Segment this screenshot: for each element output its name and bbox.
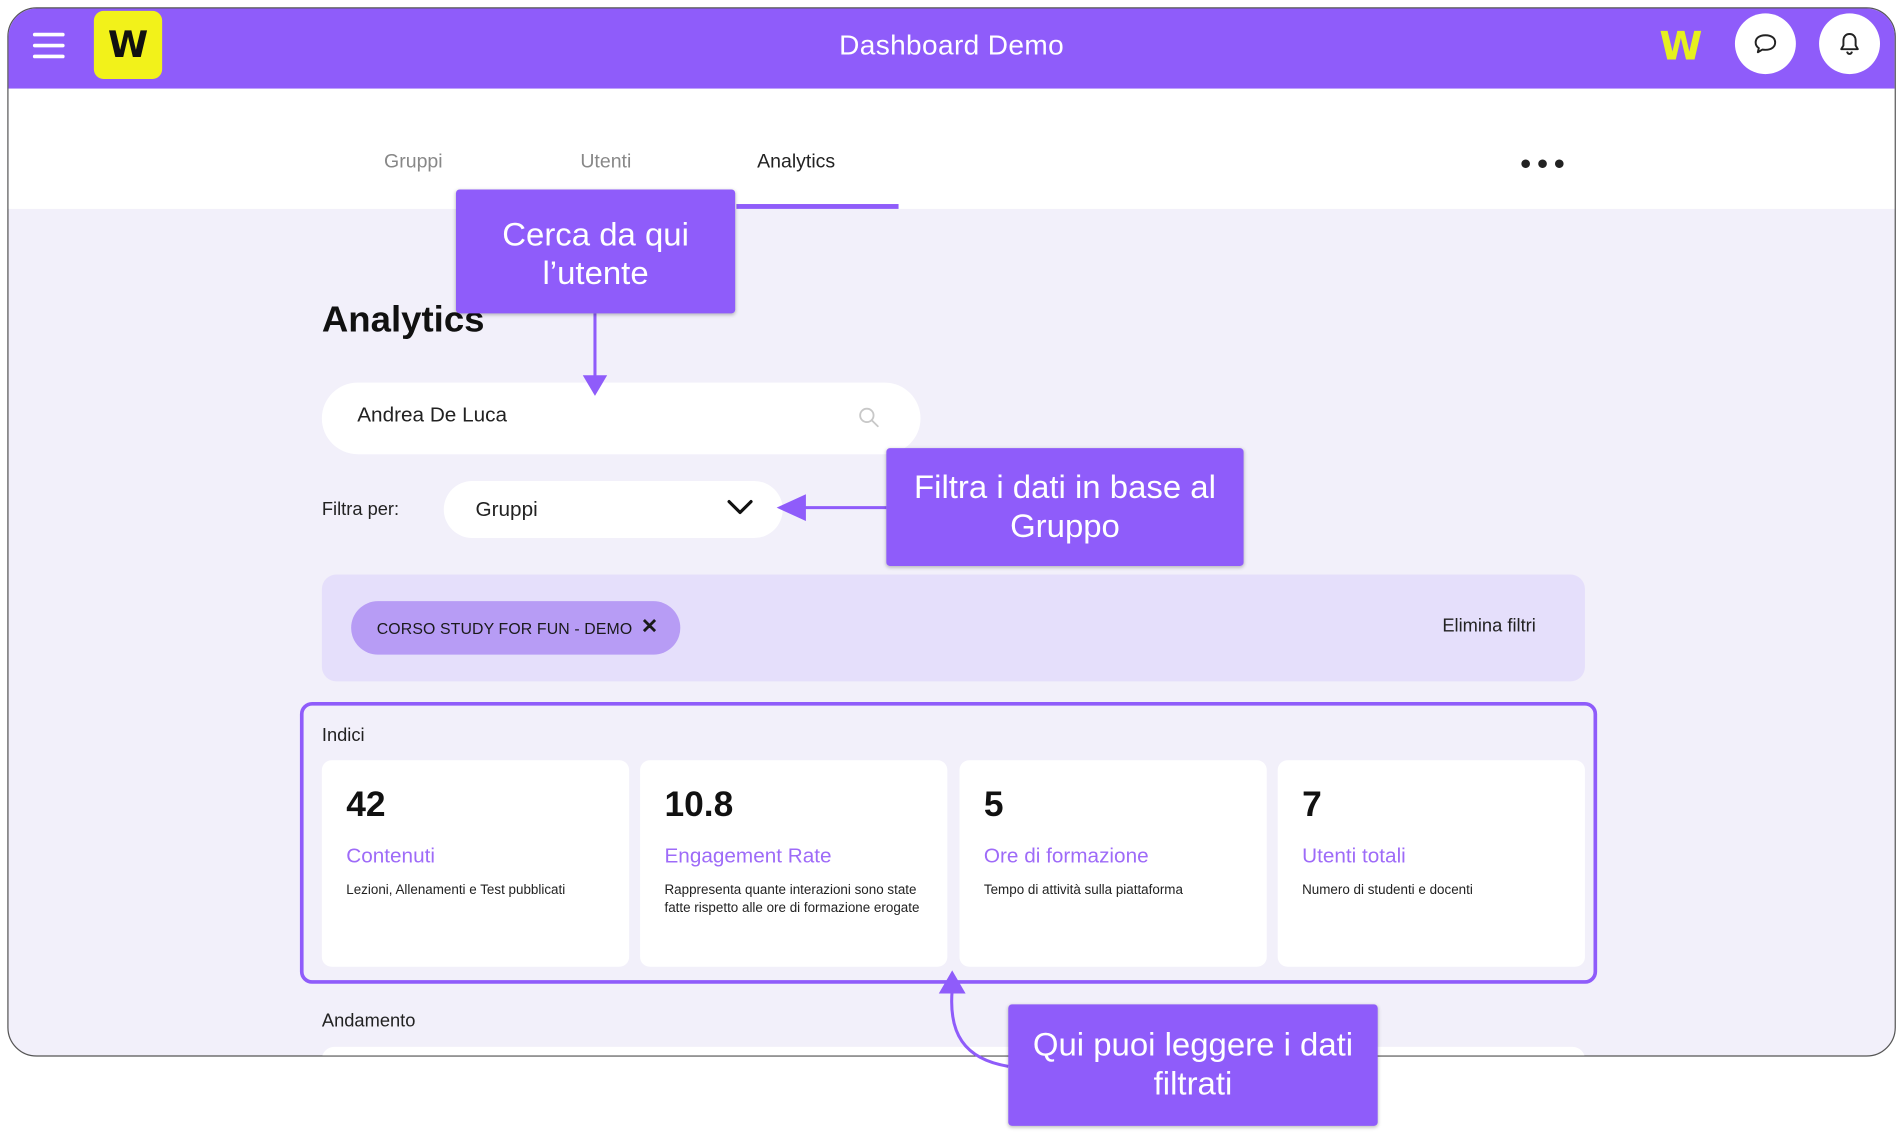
annotation-arrows: [582, 313, 1009, 1068]
callout-search: Cerca da qui l’utente: [455, 189, 736, 314]
callout-results: Qui puoi leggere i dati filtrati: [1008, 1004, 1378, 1126]
callout-filter: Filtra i dati in base al Gruppo: [886, 448, 1244, 566]
